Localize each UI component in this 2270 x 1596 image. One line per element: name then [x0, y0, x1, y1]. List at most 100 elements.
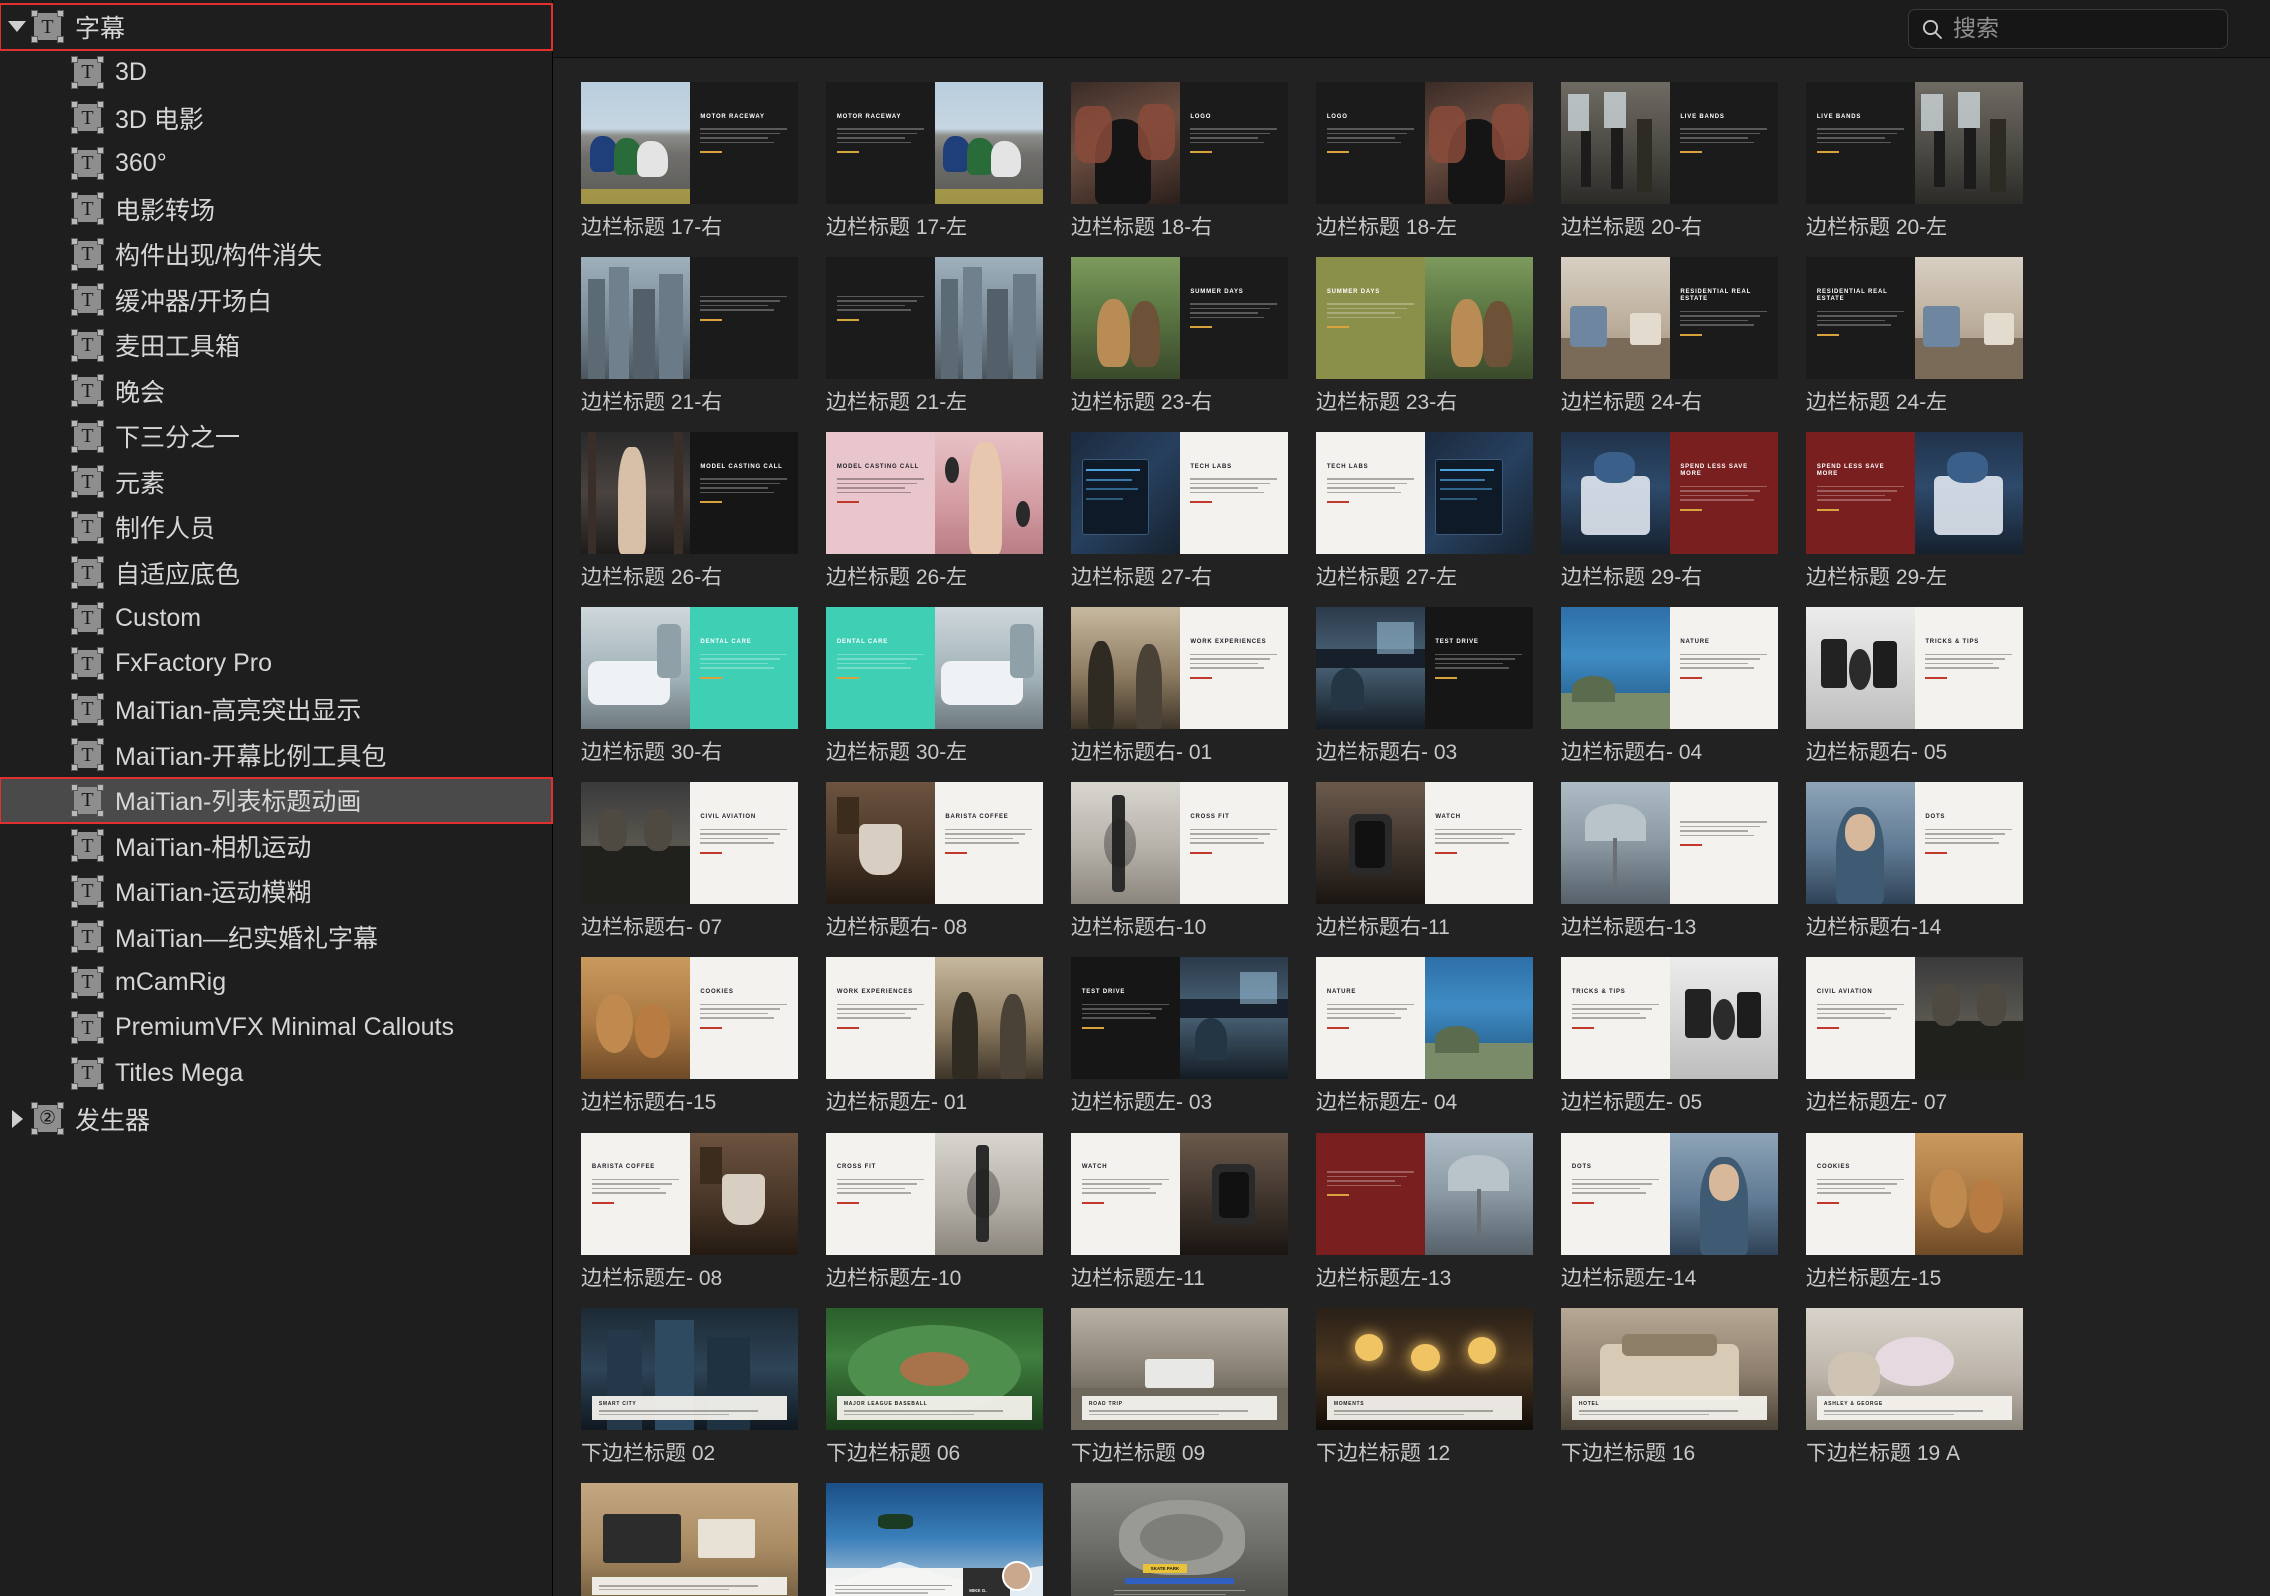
grid-item[interactable]: TEST DRIVE 边栏标题左- 03 — [1071, 957, 1288, 1114]
grid-item[interactable]: LOGO 边栏标题 18-右 — [1071, 82, 1288, 239]
thumbnail[interactable]: RESIDENTIAL REAL ESTATE — [1806, 257, 2023, 380]
thumbnail[interactable] — [826, 257, 1043, 380]
sidebar-item-0[interactable]: T 字幕 — [0, 3, 553, 51]
sidebar-item-13[interactable]: T Custom — [0, 596, 552, 642]
grid-item[interactable]: TECH LABS 边栏标题 27-左 — [1316, 432, 1533, 589]
sidebar-item-2[interactable]: T 3D 电影 — [0, 95, 552, 141]
sidebar-item-10[interactable]: T 元素 — [0, 459, 552, 505]
grid-item[interactable]: SPEND LESS SAVE MORE 边栏标题 29-左 — [1806, 432, 2023, 589]
sidebar-item-16[interactable]: T MaiTian-开幕比例工具包 — [0, 732, 552, 778]
grid-item[interactable]: LIVE BANDS 边栏标题 20-右 — [1561, 82, 1778, 239]
thumbnail[interactable]: NATURE — [1316, 957, 1533, 1080]
thumbnail[interactable]: SUMMER DAYS — [1316, 257, 1533, 380]
sidebar-item-21[interactable]: TmCamRig — [0, 960, 552, 1006]
thumbnail[interactable]: LOGO — [1316, 82, 1533, 204]
grid-item[interactable]: CIVIL AVIATION 边栏标题左- 07 — [1806, 957, 2023, 1114]
grid-item[interactable]: 下边栏标题 22 — [581, 1482, 798, 1596]
thumbnail[interactable] — [1316, 1132, 1533, 1255]
thumbnail[interactable]: HOTEL — [1561, 1307, 1778, 1430]
grid-item[interactable]: SKATE PARK下边栏标题 28 — [1071, 1482, 1288, 1596]
sidebar-item-24[interactable]: ② 发生器 — [0, 1096, 552, 1142]
thumbnail[interactable]: MOTOR RACEWAY — [826, 82, 1043, 204]
grid-item[interactable]: NATURE 边栏标题右- 04 — [1561, 607, 1778, 764]
grid-item[interactable]: DENTAL CARE 边栏标题 30-左 — [826, 607, 1043, 764]
grid-item[interactable]: BARISTA COFFEE 边栏标题左- 08 — [581, 1132, 798, 1290]
grid-item[interactable]: MOTOR RACEWAY 边栏标题 17-左 — [826, 82, 1043, 239]
grid-item[interactable]: 边栏标题 21-左 — [826, 257, 1043, 414]
thumbnail[interactable] — [581, 257, 798, 380]
thumbnail[interactable]: MOTOR RACEWAY — [581, 82, 798, 204]
grid-item[interactable]: MODEL CASTING CALL 边栏标题 26-右 — [581, 432, 798, 589]
thumbnail[interactable]: SKATE PARK — [1071, 1482, 1288, 1596]
sidebar-item-11[interactable]: T 制作人员 — [0, 505, 552, 551]
thumbnail[interactable]: SPEND LESS SAVE MORE — [1561, 432, 1778, 555]
grid-item[interactable]: ROAD TRIP 下边栏标题 09 — [1071, 1307, 1288, 1465]
thumbnail[interactable]: WATCH — [1071, 1132, 1288, 1255]
thumbnail[interactable] — [1561, 782, 1778, 905]
disclosure-triangle-right-icon[interactable] — [6, 1108, 28, 1130]
thumbnail[interactable]: TEST DRIVE — [1071, 957, 1288, 1080]
thumbnail[interactable]: MODEL CASTING CALL — [826, 432, 1043, 555]
sidebar-item-4[interactable]: T 电影转场 — [0, 186, 552, 232]
grid-item[interactable]: COOKIES 边栏标题右-15 — [581, 957, 798, 1114]
grid-item[interactable]: RESIDENTIAL REAL ESTATE 边栏标题 24-左 — [1806, 257, 2023, 414]
sidebar-item-9[interactable]: T 下三分之一 — [0, 414, 552, 460]
grid-item[interactable]: TRICKS & TIPS 边栏标题左- 05 — [1561, 957, 1778, 1114]
sidebar-item-5[interactable]: T 构件出现/构件消失 — [0, 232, 552, 278]
grid-item[interactable]: 边栏标题 21-右 — [581, 257, 798, 414]
grid-item[interactable]: MAJOR LEAGUE BASEBALL 下边栏标题 06 — [826, 1307, 1043, 1465]
grid-item[interactable]: CIVIL AVIATION 边栏标题右- 07 — [581, 782, 798, 939]
sidebar-item-3[interactable]: T 360° — [0, 141, 552, 187]
disclosure-triangle-down-icon[interactable] — [6, 16, 28, 38]
grid-item[interactable]: 边栏标题右-13 — [1561, 782, 1778, 939]
thumbnail[interactable]: DENTAL CARE — [826, 607, 1043, 730]
sidebar-item-15[interactable]: T MaiTian-高亮突出显示 — [0, 687, 552, 733]
thumbnail[interactable]: DENTAL CARE — [581, 607, 798, 730]
thumbnail[interactable]: WORK EXPERIENCES — [826, 957, 1043, 1080]
sidebar-item-22[interactable]: T PremiumVFX Minimal Callouts — [0, 1005, 552, 1051]
thumbnail[interactable]: CROSS FIT — [826, 1132, 1043, 1255]
thumbnail[interactable]: WATCH — [1316, 782, 1533, 905]
grid-item[interactable]: NATURE 边栏标题左- 04 — [1316, 957, 1533, 1114]
sidebar-item-18[interactable]: T MaiTian-相机运动 — [0, 823, 552, 869]
grid-item[interactable]: SPEND LESS SAVE MORE 边栏标题 29-右 — [1561, 432, 1778, 589]
sidebar-item-19[interactable]: T MaiTian-运动模糊 — [0, 869, 552, 915]
grid-item[interactable]: WORK EXPERIENCES 边栏标题右- 01 — [1071, 607, 1288, 764]
grid-item[interactable]: SUMMER DAYS 边栏标题 23-右 — [1071, 257, 1288, 414]
grid-item[interactable]: SMART CITY 下边栏标题 02 — [581, 1307, 798, 1465]
search-input[interactable] — [1953, 15, 2215, 42]
thumbnail[interactable]: SPEND LESS SAVE MORE — [1806, 432, 2023, 555]
sidebar-item-23[interactable]: T Titles Mega — [0, 1051, 552, 1097]
thumbnail[interactable]: SUMMER DAYS — [1071, 257, 1288, 380]
grid-item[interactable]: CROSS FIT 边栏标题左-10 — [826, 1132, 1043, 1290]
grid-item[interactable]: DOTS 边栏标题右-14 — [1806, 782, 2023, 939]
thumbnail[interactable]: COOKIES — [581, 957, 798, 1080]
thumbnail[interactable]: RESIDENTIAL REAL ESTATE — [1561, 257, 1778, 380]
grid-item[interactable]: SUMMER DAYS 边栏标题 23-右 — [1316, 257, 1533, 414]
search-box[interactable] — [1908, 8, 2228, 49]
grid-item[interactable]: DOTS 边栏标题左-14 — [1561, 1132, 1778, 1290]
grid-item[interactable]: TRICKS & TIPS 边栏标题右- 05 — [1806, 607, 2023, 764]
thumbnail[interactable]: TRICKS & TIPS — [1561, 957, 1778, 1080]
thumbnail[interactable]: BARISTA COFFEE — [581, 1132, 798, 1255]
grid-item[interactable]: LOGO 边栏标题 18-左 — [1316, 82, 1533, 239]
grid-item[interactable]: RESIDENTIAL REAL ESTATE 边栏标题 24-右 — [1561, 257, 1778, 414]
thumbnail[interactable]: DOTS — [1806, 782, 2023, 905]
grid-item[interactable]: HOTEL 下边栏标题 16 — [1561, 1307, 1778, 1465]
grid-item[interactable]: WATCH 边栏标题左-11 — [1071, 1132, 1288, 1290]
thumbnail[interactable]: ASHLEY & GEORGE — [1806, 1307, 2023, 1430]
thumbnail[interactable]: MOMENTS — [1316, 1307, 1533, 1430]
sidebar-item-12[interactable]: T 自适应底色 — [0, 550, 552, 596]
grid-item[interactable]: TECH LABS 边栏标题 27-右 — [1071, 432, 1288, 589]
thumbnail[interactable]: MIKE G. — [826, 1482, 1043, 1596]
grid-item[interactable]: ASHLEY & GEORGE 下边栏标题 19 A — [1806, 1307, 2023, 1465]
sidebar-item-17[interactable]: T MaiTian-列表标题动画 — [0, 776, 553, 824]
sidebar-item-14[interactable]: T FxFactory Pro — [0, 641, 552, 687]
thumbnail[interactable]: TRICKS & TIPS — [1806, 607, 2023, 730]
thumbnail[interactable] — [581, 1482, 798, 1596]
grid-item[interactable]: MOTOR RACEWAY 边栏标题 17-右 — [581, 82, 798, 239]
thumbnail[interactable]: CROSS FIT — [1071, 782, 1288, 905]
grid-item[interactable]: COOKIES 边栏标题左-15 — [1806, 1132, 2023, 1290]
sidebar-item-6[interactable]: T 缓冲器/开场白 — [0, 277, 552, 323]
thumbnail[interactable]: NATURE — [1561, 607, 1778, 730]
